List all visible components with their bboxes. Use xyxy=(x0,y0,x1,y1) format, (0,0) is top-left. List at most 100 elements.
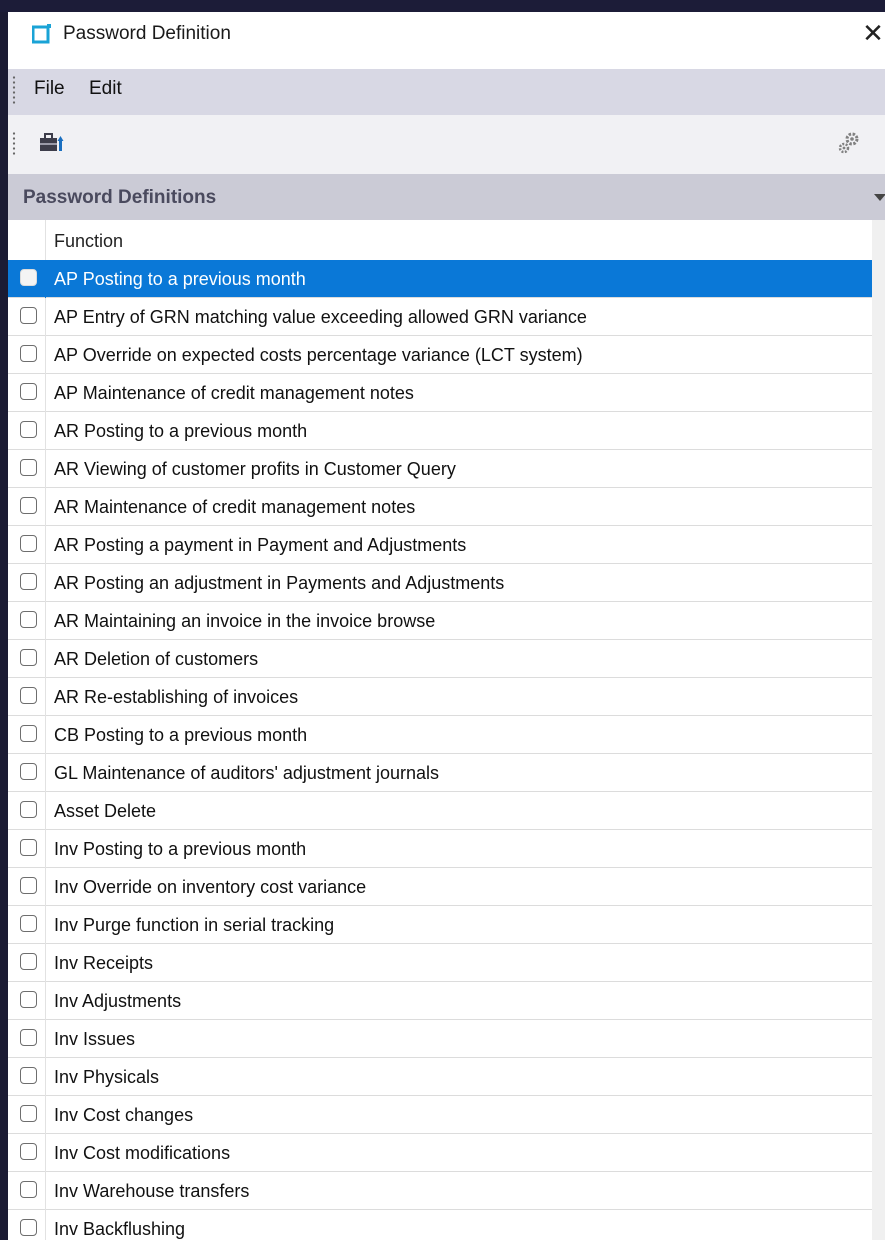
table-row[interactable]: AR Maintaining an invoice in the invoice… xyxy=(8,602,872,640)
row-checkbox[interactable] xyxy=(20,383,37,400)
table-row[interactable]: CB Posting to a previous month xyxy=(8,716,872,754)
table-row[interactable]: Inv Cost modifications xyxy=(8,1134,872,1172)
row-function-label: AR Re-establishing of invoices xyxy=(54,687,299,707)
row-checkbox[interactable] xyxy=(20,763,37,780)
cell-divider xyxy=(45,1058,46,1096)
row-checkbox[interactable] xyxy=(20,421,37,438)
row-checkbox[interactable] xyxy=(20,345,37,362)
table-row[interactable]: Inv Override on inventory cost variance xyxy=(8,868,872,906)
table-row[interactable]: Inv Receipts xyxy=(8,944,872,982)
function-grid: Function AP Posting to a previous month A… xyxy=(8,220,872,1240)
table-row[interactable]: AR Posting an adjustment in Payments and… xyxy=(8,564,872,602)
row-checkbox[interactable] xyxy=(20,877,37,894)
menu-edit[interactable]: Edit xyxy=(89,78,122,100)
outer-strip xyxy=(0,0,885,12)
table-row[interactable]: Inv Backflushing xyxy=(8,1210,872,1240)
row-function-label: Inv Backflushing xyxy=(54,1219,186,1239)
row-function-label: Inv Cost modifications xyxy=(54,1143,231,1163)
section-header[interactable]: Password Definitions xyxy=(8,174,885,220)
row-checkbox[interactable] xyxy=(20,687,37,704)
close-button[interactable]: ✕ xyxy=(860,18,885,48)
row-checkbox[interactable] xyxy=(20,535,37,552)
row-checkbox[interactable] xyxy=(20,649,37,666)
close-icon: ✕ xyxy=(862,18,884,48)
row-checkbox[interactable] xyxy=(20,497,37,514)
row-function-label: AR Maintaining an invoice in the invoice… xyxy=(54,611,436,631)
table-row[interactable]: Inv Physicals xyxy=(8,1058,872,1096)
toolbox-icon[interactable] xyxy=(38,132,64,154)
row-checkbox[interactable] xyxy=(20,1029,37,1046)
table-row[interactable]: Inv Issues xyxy=(8,1020,872,1058)
row-function-label: AR Deletion of customers xyxy=(54,649,259,669)
row-checkbox[interactable] xyxy=(20,611,37,628)
cell-divider xyxy=(45,678,46,716)
vertical-scrollbar[interactable] xyxy=(872,220,885,1240)
menu-grip[interactable] xyxy=(12,75,16,105)
password-definition-window: Password Definition ✕ File Edit Password… xyxy=(8,12,885,1240)
table-row[interactable]: AR Re-establishing of invoices xyxy=(8,678,872,716)
row-function-label: GL Maintenance of auditors' adjustment j… xyxy=(54,763,439,783)
table-row[interactable]: Inv Adjustments xyxy=(8,982,872,1020)
cell-divider xyxy=(45,944,46,982)
row-checkbox[interactable] xyxy=(20,1181,37,1198)
cell-divider xyxy=(45,792,46,830)
row-checkbox[interactable] xyxy=(20,1143,37,1160)
row-function-label: AP Entry of GRN matching value exceeding… xyxy=(54,307,587,327)
table-row[interactable]: GL Maintenance of auditors' adjustment j… xyxy=(8,754,872,792)
row-checkbox[interactable] xyxy=(20,801,37,818)
cell-divider xyxy=(45,716,46,754)
row-function-label: AR Viewing of customer profits in Custom… xyxy=(54,459,456,479)
row-checkbox[interactable] xyxy=(20,953,37,970)
menu-file[interactable]: File xyxy=(34,78,65,100)
cell-divider xyxy=(45,754,46,792)
row-checkbox[interactable] xyxy=(20,915,37,932)
row-function-label: AP Maintenance of credit management note… xyxy=(54,383,414,403)
cell-divider xyxy=(45,640,46,678)
gear-icon[interactable] xyxy=(835,129,863,157)
row-function-label: CB Posting to a previous month xyxy=(54,725,308,745)
row-checkbox[interactable] xyxy=(20,991,37,1008)
table-row[interactable]: AR Viewing of customer profits in Custom… xyxy=(8,450,872,488)
title-bar: Password Definition ✕ xyxy=(8,12,885,56)
toolbar-grip[interactable] xyxy=(12,131,16,157)
table-row[interactable]: AP Posting to a previous month xyxy=(8,260,872,298)
grid-rows: AP Posting to a previous month AP Entry o… xyxy=(8,260,872,1240)
table-row[interactable]: AP Override on expected costs percentage… xyxy=(8,336,872,374)
cell-divider xyxy=(45,982,46,1020)
row-checkbox[interactable] xyxy=(20,839,37,856)
table-row[interactable]: AP Entry of GRN matching value exceeding… xyxy=(8,298,872,336)
row-checkbox[interactable] xyxy=(20,269,37,286)
table-row[interactable]: AP Maintenance of credit management note… xyxy=(8,374,872,412)
cell-divider xyxy=(45,1020,46,1058)
table-row[interactable]: AR Deletion of customers xyxy=(8,640,872,678)
row-function-label: Inv Warehouse transfers xyxy=(54,1181,250,1201)
row-checkbox[interactable] xyxy=(20,459,37,476)
column-header-function[interactable]: Function xyxy=(54,231,123,252)
row-checkbox[interactable] xyxy=(20,725,37,742)
table-row[interactable]: Inv Warehouse transfers xyxy=(8,1172,872,1210)
row-checkbox[interactable] xyxy=(20,307,37,324)
cell-divider xyxy=(45,868,46,906)
row-checkbox[interactable] xyxy=(20,1067,37,1084)
row-function-label: Inv Override on inventory cost variance xyxy=(54,877,367,897)
table-row[interactable]: Inv Purge function in serial tracking xyxy=(8,906,872,944)
table-row[interactable]: AR Maintenance of credit management note… xyxy=(8,488,872,526)
cell-divider xyxy=(45,830,46,868)
cell-divider xyxy=(45,602,46,640)
row-function-label: AP Posting to a previous month xyxy=(54,269,306,289)
column-divider[interactable] xyxy=(45,220,46,260)
row-function-label: Inv Issues xyxy=(54,1029,136,1049)
row-checkbox[interactable] xyxy=(20,1105,37,1122)
cell-divider xyxy=(45,564,46,602)
table-row[interactable]: AR Posting to a previous month xyxy=(8,412,872,450)
table-row[interactable]: Inv Posting to a previous month xyxy=(8,830,872,868)
table-row[interactable]: AR Posting a payment in Payment and Adju… xyxy=(8,526,872,564)
chevron-down-icon[interactable] xyxy=(874,194,885,201)
cell-divider xyxy=(45,1134,46,1172)
app-icon xyxy=(32,24,51,44)
row-checkbox[interactable] xyxy=(20,573,37,590)
table-row[interactable]: Inv Cost changes xyxy=(8,1096,872,1134)
row-checkbox[interactable] xyxy=(20,1219,37,1236)
table-row[interactable]: Asset Delete xyxy=(8,792,872,830)
row-function-label: Inv Adjustments xyxy=(54,991,182,1011)
